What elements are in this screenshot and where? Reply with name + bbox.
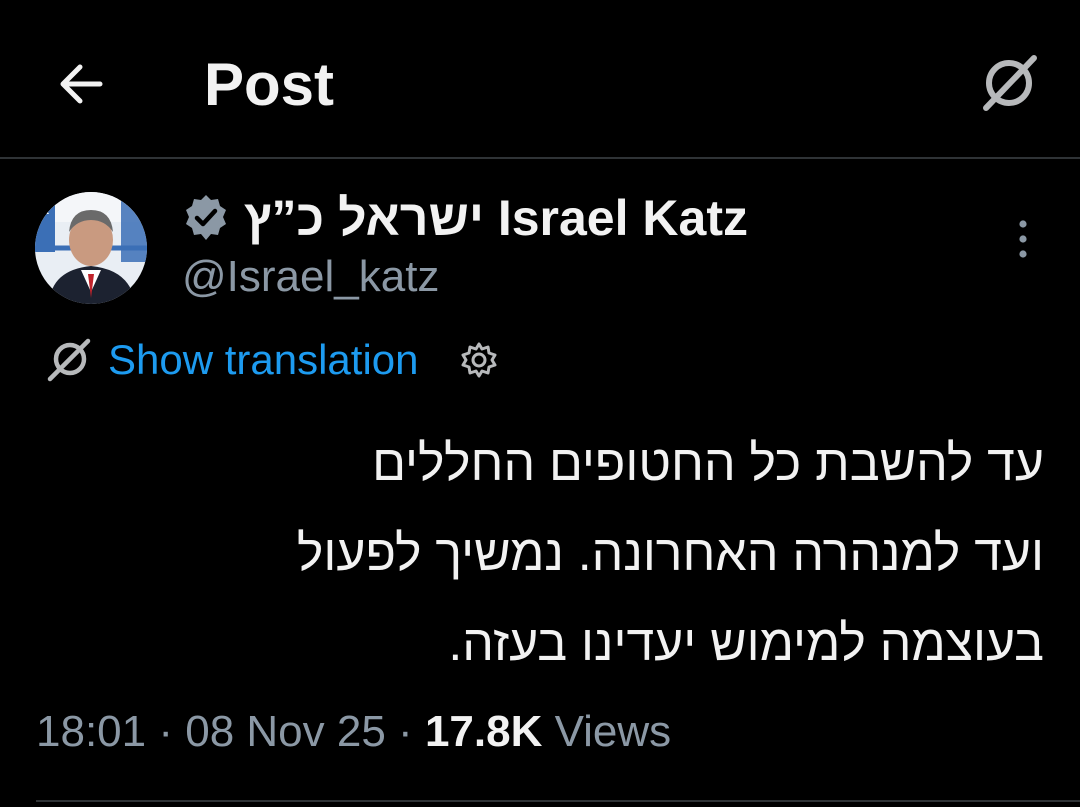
- tweet-text: עד להשבת כל החטופים החללים ועד למנהרה הא…: [34, 418, 1044, 688]
- author-display-name: ישראל כ”ץ Israel Katz: [244, 190, 748, 246]
- meta-separator: ·: [158, 707, 186, 756]
- views-label: Views: [554, 707, 672, 756]
- grok-icon[interactable]: [976, 50, 1042, 116]
- meta-separator: ·: [398, 707, 425, 756]
- translation-row: Show translation: [44, 330, 499, 390]
- top-bar: Post: [0, 0, 1080, 158]
- avatar[interactable]: [35, 192, 147, 304]
- gear-icon[interactable]: [459, 340, 499, 380]
- more-vertical-icon[interactable]: [1006, 214, 1040, 264]
- show-translation-link[interactable]: Show translation: [108, 336, 419, 384]
- grok-translate-icon: [47, 338, 91, 382]
- views-count[interactable]: 17.8K: [425, 707, 542, 756]
- verified-badge-icon: [186, 195, 226, 240]
- tweet-meta: 18:01 · 08 Nov 25 · 17.8K Views: [36, 700, 671, 764]
- tweet-date[interactable]: 08 Nov 25: [185, 707, 386, 756]
- avatar-image: [35, 192, 147, 304]
- tweet-line: בעוצמה למימוש יעדינו בעזה.: [448, 615, 1044, 671]
- page-title: Post: [204, 51, 335, 118]
- author-name-row[interactable]: ישראל כ”ץ Israel Katz: [180, 188, 748, 248]
- tweet-line: עד להשבת כל החטופים החללים: [372, 435, 1044, 491]
- author-handle[interactable]: @Israel_katz: [182, 252, 439, 302]
- tweet-line: ועד למנהרה האחרונה. נמשיך לפעול: [296, 525, 1044, 581]
- header-divider: [0, 157, 1080, 159]
- bottom-divider: [36, 800, 1080, 802]
- tweet-time[interactable]: 18:01: [36, 707, 146, 756]
- back-arrow-icon[interactable]: [52, 54, 112, 114]
